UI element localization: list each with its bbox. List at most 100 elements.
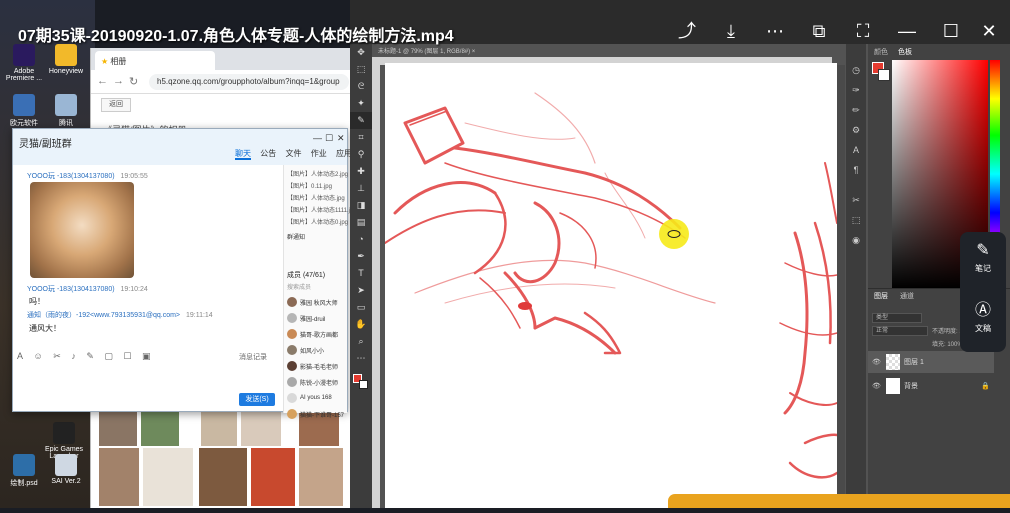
close-icon[interactable]: ✕ xyxy=(978,20,1000,42)
album-thumbnail[interactable] xyxy=(241,412,281,446)
pen-tool-icon[interactable]: ✒ xyxy=(350,248,372,265)
album-thumbnail[interactable] xyxy=(201,412,237,446)
message-sender[interactable]: YOOO玩 -183(1304137080) 19:05:55 xyxy=(27,171,148,181)
swatch-icon[interactable]: ◉ xyxy=(846,230,866,250)
tab-chat[interactable]: 聊天 xyxy=(235,149,251,160)
stamp-tool-icon[interactable]: ⊥ xyxy=(350,180,372,197)
member-item[interactable]: 猫哥-歌方画都 xyxy=(287,326,344,342)
send-button[interactable]: 发送(S) xyxy=(239,393,275,406)
minimize-icon[interactable]: — xyxy=(896,20,918,42)
drawing-canvas[interactable] xyxy=(384,63,839,508)
tab-homework[interactable]: 作业 xyxy=(311,149,327,158)
member-item[interactable]: AI yous 168 xyxy=(287,390,344,406)
maximize-icon[interactable]: ☐ xyxy=(325,133,333,144)
forward-arrow-icon[interactable]: → xyxy=(113,75,124,87)
album-thumbnail[interactable] xyxy=(141,412,179,446)
healing-tool-icon[interactable]: ✚ xyxy=(350,163,372,180)
tab-layers[interactable]: 图层 xyxy=(874,293,888,300)
fill-label[interactable]: 填充: 100% xyxy=(932,339,963,348)
adjustments-icon[interactable]: ⚙ xyxy=(846,120,866,140)
background-color-chip[interactable] xyxy=(878,69,890,81)
image-icon[interactable]: ☐ xyxy=(123,351,131,361)
tab-swatches[interactable]: 色板 xyxy=(898,49,912,56)
styles-icon[interactable]: ⬚ xyxy=(846,210,866,230)
album-thumbnail[interactable] xyxy=(299,448,343,506)
member-item[interactable]: 猫猫-下谁哥-157 xyxy=(287,406,344,422)
album-thumbnail[interactable] xyxy=(143,448,193,506)
member-item[interactable]: 陈锐-小漫老师 xyxy=(287,374,344,390)
message-sender[interactable]: 通知（雨的夜）-192<www.793135931@qq.com> 19:11:… xyxy=(27,310,213,320)
move-tool-icon[interactable]: ✥ xyxy=(350,44,372,61)
file-item[interactable]: 【图片】0.11.jpg xyxy=(287,181,344,193)
more-icon[interactable]: ⋯ xyxy=(764,20,786,42)
url-field[interactable]: h5.qzone.qq.com/groupphoto/album?inqq=1&… xyxy=(149,74,349,90)
canvas-scrollbar[interactable] xyxy=(837,65,845,508)
brush-tool-icon[interactable]: ✎ xyxy=(350,112,372,129)
more-tools-icon[interactable]: ▣ xyxy=(142,351,151,361)
member-item[interactable]: 雅园-druil xyxy=(287,310,344,326)
voice-icon[interactable]: ♪ xyxy=(71,351,76,361)
eye-icon[interactable]: 👁 xyxy=(872,358,882,366)
member-item[interactable]: 影猫-毛毛老师 xyxy=(287,358,344,374)
history-icon[interactable]: ◷ xyxy=(846,60,866,80)
back-arrow-icon[interactable]: ← xyxy=(97,75,108,87)
share-icon[interactable]: ⤴ xyxy=(676,20,698,42)
shape-tool-icon[interactable]: ▭ xyxy=(350,299,372,316)
marquee-tool-icon[interactable]: ⬚ xyxy=(350,61,372,78)
type-tool-icon[interactable]: T xyxy=(350,265,372,282)
pip-icon[interactable]: ⧉ xyxy=(808,20,830,42)
album-thumbnail[interactable] xyxy=(251,448,295,506)
file-item[interactable]: 【图片】人体动态1111.jpg xyxy=(287,205,357,217)
tab-announcement[interactable]: 公告 xyxy=(260,149,276,158)
tool-presets-icon[interactable]: ✂ xyxy=(846,190,866,210)
browser-tab[interactable]: ★ 相册 xyxy=(95,51,215,70)
more-tools-icon[interactable]: ⋯ xyxy=(350,350,372,367)
back-button[interactable]: 返回 xyxy=(101,98,131,112)
crop-tool-icon[interactable]: ⌗ xyxy=(350,129,372,146)
member-search[interactable]: 搜索成员 xyxy=(287,282,344,294)
wand-tool-icon[interactable]: ✦ xyxy=(350,95,372,112)
maximize-icon[interactable]: ☐ xyxy=(940,20,962,42)
gradient-tool-icon[interactable]: ▤ xyxy=(350,214,372,231)
reload-icon[interactable]: ↻ xyxy=(129,75,138,88)
paragraph-icon[interactable]: ¶ xyxy=(846,160,866,180)
layer-row-layer1[interactable]: 👁 图层 1 xyxy=(868,351,994,373)
history-link[interactable]: 消息记录 xyxy=(239,352,267,362)
download-icon[interactable]: ⤓ xyxy=(720,20,742,42)
zoom-tool-icon[interactable]: ⌕ xyxy=(350,333,372,350)
eraser-tool-icon[interactable]: ◨ xyxy=(350,197,372,214)
tab-color[interactable]: 颜色 xyxy=(874,49,888,56)
lasso-tool-icon[interactable]: ᘓ xyxy=(350,78,372,95)
eye-icon[interactable]: 👁 xyxy=(872,382,882,390)
album-thumbnail[interactable] xyxy=(99,412,137,446)
pen-icon[interactable]: ✎ xyxy=(86,351,94,361)
font-icon[interactable]: A xyxy=(17,351,23,361)
emoji-icon[interactable]: ☺ xyxy=(34,351,43,361)
member-item[interactable]: 如风小小 xyxy=(287,342,344,358)
layer-filter-kind[interactable]: 类型 xyxy=(872,313,922,323)
album-thumbnail[interactable] xyxy=(99,448,139,506)
file-icon[interactable]: ▢ xyxy=(104,351,113,361)
path-select-tool-icon[interactable]: ➤ xyxy=(350,282,372,299)
file-item[interactable]: 【图片】人体动态0.jpg xyxy=(287,217,348,229)
message-sender[interactable]: YOOO玩 -183(1304137080) 19:10:24 xyxy=(27,284,148,294)
tab-channels[interactable]: 通道 xyxy=(900,293,914,300)
notes-button[interactable]: ✎ 笔记 xyxy=(960,232,1006,288)
eyedropper-tool-icon[interactable]: ⚲ xyxy=(350,146,372,163)
close-icon[interactable]: ✕ xyxy=(337,133,345,144)
brush-presets-icon[interactable]: ✏ xyxy=(846,100,866,120)
chat-input-field[interactable] xyxy=(17,367,279,389)
screenshot-icon[interactable]: ✂ xyxy=(53,351,61,361)
hamster-meme-image[interactable] xyxy=(30,182,134,278)
desktop-icon-honeyview[interactable]: Honeyview xyxy=(44,42,88,84)
brush-settings-icon[interactable]: ✑ xyxy=(846,80,866,100)
character-icon[interactable]: A xyxy=(846,140,866,160)
tab-files[interactable]: 文件 xyxy=(285,149,301,158)
notice-label[interactable]: 群通知 xyxy=(287,232,344,244)
ai-doc-button[interactable]: Ⓐ 文稿 xyxy=(960,288,1006,344)
fullscreen-icon[interactable]: ⛶ xyxy=(852,20,874,42)
blur-tool-icon[interactable]: ◔ xyxy=(350,231,372,248)
minimize-icon[interactable]: — xyxy=(313,133,322,143)
desktop-icon-sai[interactable]: SAI Ver.2 xyxy=(44,452,88,494)
desktop-icon-premiere[interactable]: Adobe Premiere ... xyxy=(2,42,46,84)
